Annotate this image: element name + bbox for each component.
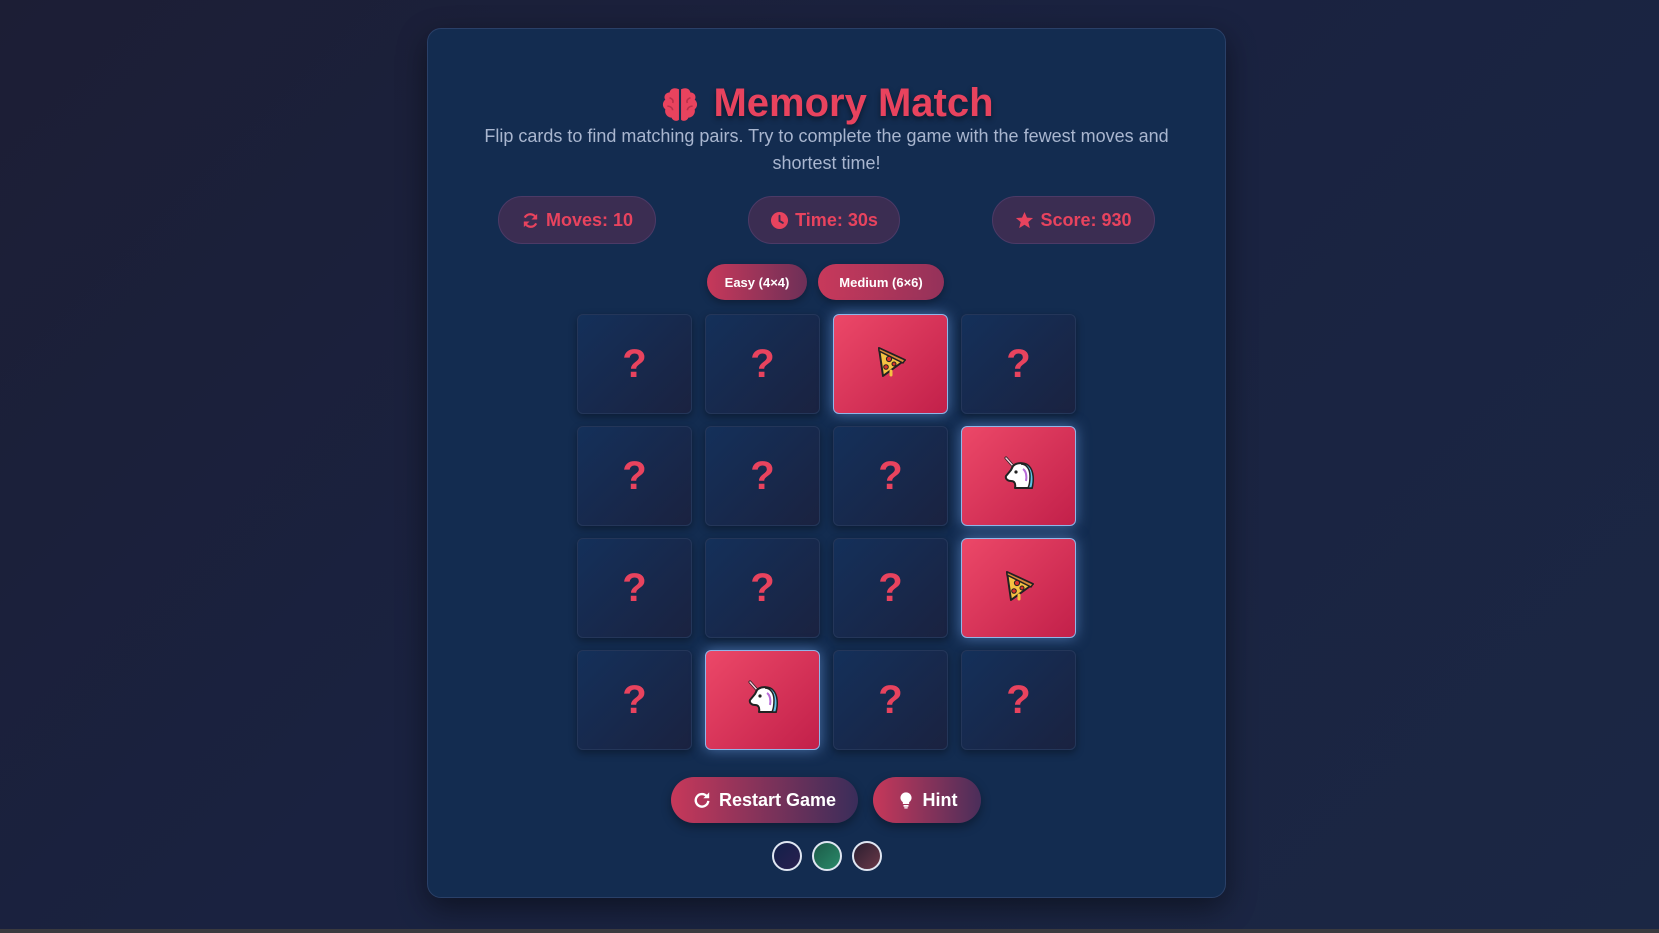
card-grid: ???????????? xyxy=(577,314,1076,750)
question-mark: ? xyxy=(622,453,647,498)
theme-swatch-dark-blue[interactable] xyxy=(772,841,802,871)
card-r3-c3[interactable]: ? xyxy=(833,538,948,638)
question-mark: ? xyxy=(750,565,775,610)
question-mark: ? xyxy=(750,341,775,386)
time-counter: Time: 30s xyxy=(748,196,900,244)
question-mark: ? xyxy=(878,453,903,498)
question-mark: ? xyxy=(750,453,775,498)
difficulty-easy-button[interactable]: Easy (4×4) xyxy=(707,264,807,300)
time-label: Time: 30s xyxy=(795,209,878,230)
restart-icon xyxy=(694,792,710,808)
unicorn-icon xyxy=(743,678,783,723)
score-counter: Score: 930 xyxy=(992,196,1155,244)
card-r1-c2[interactable]: ? xyxy=(705,314,820,414)
moves-label: Moves: 10 xyxy=(545,209,634,230)
title-text: Memory Match xyxy=(713,81,994,125)
card-r2-c2[interactable]: ? xyxy=(705,426,820,526)
page-title: Memory Match xyxy=(428,81,1225,126)
hint-label: Hint xyxy=(922,789,958,810)
lightbulb-icon xyxy=(899,792,912,809)
card-r3-c1[interactable]: ? xyxy=(577,538,692,638)
theme-swatch-green[interactable] xyxy=(812,841,842,871)
question-mark: ? xyxy=(878,677,903,722)
difficulty-medium-button[interactable]: Medium (6×6) xyxy=(818,264,944,300)
question-mark: ? xyxy=(622,565,647,610)
card-r3-c2[interactable]: ? xyxy=(705,538,820,638)
card-r2-c3[interactable]: ? xyxy=(833,426,948,526)
card-r2-c1[interactable]: ? xyxy=(577,426,692,526)
restart-game-button[interactable]: Restart Game xyxy=(671,777,858,823)
star-icon xyxy=(1016,211,1034,228)
clock-icon xyxy=(771,211,789,229)
instructions-text: Flip cards to find matching pairs. Try t… xyxy=(484,126,1169,173)
pizza-icon xyxy=(999,566,1039,611)
card-r1-c4[interactable]: ? xyxy=(961,314,1076,414)
card-r1-c3[interactable] xyxy=(833,314,948,414)
unicorn-icon xyxy=(999,454,1039,499)
card-r3-c4[interactable] xyxy=(961,538,1076,638)
card-r4-c1[interactable]: ? xyxy=(577,650,692,750)
brain-icon xyxy=(663,87,698,121)
question-mark: ? xyxy=(622,341,647,386)
card-r4-c3[interactable]: ? xyxy=(833,650,948,750)
card-r1-c1[interactable]: ? xyxy=(577,314,692,414)
question-mark: ? xyxy=(1006,341,1031,386)
question-mark: ? xyxy=(878,565,903,610)
question-mark: ? xyxy=(622,677,647,722)
score-label: Score: 930 xyxy=(1040,209,1132,230)
card-r2-c4[interactable] xyxy=(961,426,1076,526)
card-r4-c4[interactable]: ? xyxy=(961,650,1076,750)
bottom-divider xyxy=(0,929,1659,933)
question-mark: ? xyxy=(1006,677,1031,722)
theme-swatch-maroon[interactable] xyxy=(852,841,882,871)
refresh-icon xyxy=(523,212,538,228)
restart-label: Restart Game xyxy=(718,789,837,810)
hint-button[interactable]: Hint xyxy=(873,777,981,823)
pizza-icon xyxy=(871,342,911,387)
game-panel: Memory Match Flip cards to find matching… xyxy=(427,28,1226,898)
moves-counter: Moves: 10 xyxy=(498,196,656,244)
card-r4-c2[interactable] xyxy=(705,650,820,750)
